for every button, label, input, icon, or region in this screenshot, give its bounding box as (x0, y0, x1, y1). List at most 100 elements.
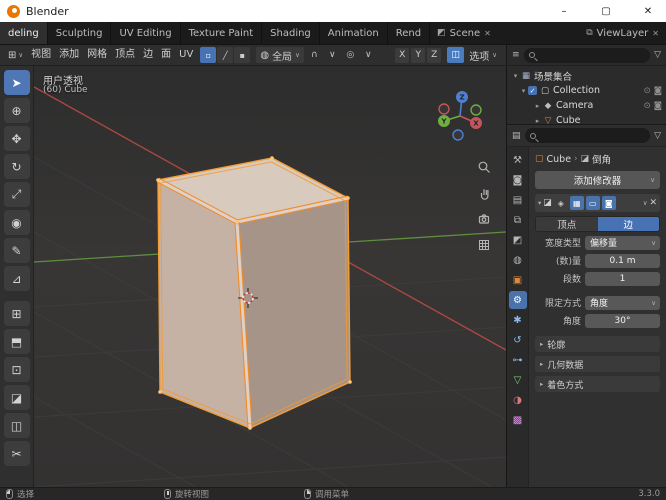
close-button[interactable]: ✕ (630, 0, 666, 22)
modifier-expand-icon[interactable]: ▾ (538, 199, 541, 207)
workspace-tab-sculpting[interactable]: Sculpting (48, 22, 112, 44)
mirror-y-toggle[interactable]: Y (411, 47, 426, 63)
hide-viewport-eye-icon[interactable]: ⊙ (644, 101, 651, 111)
tool-move-button[interactable]: ✥ (3, 126, 30, 151)
outliner-item-label[interactable]: Collection (553, 85, 644, 96)
menu-uv[interactable]: UV (175, 45, 197, 65)
modifier-edit-mode-toggle[interactable]: ▦ (569, 196, 584, 210)
proportional-editing-toggle[interactable]: ◎ (343, 47, 358, 63)
modifier-extras-dropdown[interactable]: ∨ (643, 199, 648, 207)
scene-clear-icon[interactable]: ✕ (484, 29, 491, 38)
outliner-row-camera[interactable]: ▸ ◆ Camera ⊙ ◙ (507, 98, 666, 113)
editor-type-button[interactable]: ⊞ ∨ (4, 47, 27, 63)
add-modifier-button[interactable]: 添加修改器 ∨ (535, 171, 660, 189)
outliner-item-label[interactable]: 场景集合 (534, 69, 662, 83)
breadcrumb-object[interactable]: Cube (547, 154, 572, 165)
tool-add-cube-button[interactable]: ⊞ (3, 301, 30, 326)
modifier-show-viewport-toggle[interactable]: ▭ (585, 196, 600, 210)
options-dropdown[interactable]: 选项 ∨ (464, 48, 502, 63)
snap-magnet-toggle[interactable]: ∩ (307, 47, 322, 63)
properties-tab-object[interactable]: ▣ (509, 271, 527, 289)
breadcrumb-modifier[interactable]: 倒角 (592, 152, 611, 166)
tool-bevel-button[interactable]: ◪ (3, 385, 30, 410)
properties-tab-tool[interactable]: ⚒ (509, 151, 527, 169)
tool-cursor-button[interactable]: ⊕ (3, 98, 30, 123)
properties-tab-physics[interactable]: ↺ (509, 331, 527, 349)
gizmo-minus-x-ball[interactable] (438, 103, 450, 115)
menu-vertex[interactable]: 顶点 (111, 45, 139, 65)
cube-object[interactable] (156, 156, 352, 430)
menu-face[interactable]: 面 (157, 45, 175, 65)
modifier-on-cage-toggle[interactable]: ◈ (554, 196, 568, 210)
edge-select-button[interactable]: ╱ (217, 47, 234, 63)
section-shading[interactable]: ▸ 着色方式 (535, 376, 660, 392)
properties-filter-icon[interactable]: ▽ (654, 131, 661, 141)
properties-tab-world[interactable]: ◍ (509, 251, 527, 269)
properties-tab-modifiers-wrench-icon[interactable]: ⚙ (508, 291, 527, 309)
ortho-toggle-button[interactable] (475, 236, 493, 254)
disable-render-camera-icon[interactable]: ◙ (654, 101, 662, 111)
tool-rotate-button[interactable]: ↻ (3, 154, 30, 179)
section-profile[interactable]: ▸ 轮廓 (535, 336, 660, 352)
bevel-modifier-header[interactable]: ▾ ◪ ◈ ▦ ▭ ◙ ∨ ✕ (535, 194, 660, 212)
menu-view[interactable]: 视图 (27, 45, 55, 65)
amount-number-field[interactable]: 0.1 m (585, 253, 660, 268)
menu-edge[interactable]: 边 (139, 45, 157, 65)
disable-render-camera-icon[interactable]: ◙ (654, 86, 662, 96)
vertex-select-button[interactable]: ▫ (200, 47, 217, 63)
tool-transform-button[interactable]: ◉ (3, 210, 30, 235)
tool-select-box-button[interactable]: ➤ (3, 70, 30, 95)
3d-viewport[interactable]: 用户透视 (60) Cube Z X Y (34, 66, 506, 487)
section-geometry[interactable]: ▸ 几何数据 (535, 356, 660, 372)
xray-toggle-button[interactable]: ◫ (447, 47, 465, 63)
gizmo-minus-z-ball[interactable] (452, 129, 464, 141)
angle-number-field[interactable]: 30° (585, 313, 660, 328)
minimize-button[interactable]: – (546, 0, 582, 22)
menu-mesh[interactable]: 网格 (83, 45, 111, 65)
view-layer-selector[interactable]: ⧉ ViewLayer ✕ (579, 22, 666, 44)
properties-tab-constraints[interactable]: ⊶ (509, 351, 527, 369)
outliner-item-label[interactable]: Cube (556, 115, 662, 124)
pan-button[interactable] (475, 184, 493, 202)
workspace-tab-shading[interactable]: Shading (262, 22, 320, 44)
tool-measure-button[interactable]: ⊿ (3, 266, 30, 291)
workspace-tab-animation[interactable]: Animation (320, 22, 388, 44)
gizmo-minus-y-ball[interactable] (470, 104, 482, 116)
scene-selector[interactable]: ◩ Scene ✕ (430, 22, 498, 44)
tool-extrude-button[interactable]: ⬒ (3, 329, 30, 354)
disclosure-closed-icon[interactable]: ▸ (533, 117, 542, 125)
workspace-tab-modeling[interactable]: deling (0, 22, 48, 44)
segments-number-field[interactable]: 1 (585, 271, 660, 286)
hide-viewport-eye-icon[interactable]: ⊙ (644, 86, 651, 96)
face-select-button[interactable]: ▪ (234, 47, 251, 63)
bevel-vertices-tab[interactable]: 顶点 (536, 217, 598, 231)
zoom-button[interactable] (475, 158, 493, 176)
collection-checkbox[interactable]: ✓ (528, 86, 537, 95)
properties-tab-scene[interactable]: ◩ (509, 231, 527, 249)
outliner-item-label[interactable]: Camera (556, 100, 644, 111)
workspace-tab-rendering[interactable]: Rend (388, 22, 431, 44)
workspace-tab-uv-editing[interactable]: UV Editing (111, 22, 181, 44)
tool-inset-faces-button[interactable]: ⊡ (3, 357, 30, 382)
snap-dropdown[interactable]: ∨ (325, 47, 340, 63)
maximize-button[interactable]: ▢ (588, 0, 624, 22)
properties-tab-particles[interactable]: ✱ (509, 311, 527, 329)
properties-tab-output[interactable]: ▤ (509, 191, 527, 209)
outliner-row-collection[interactable]: ▾ ✓ ▢ Collection ⊙ ◙ (507, 83, 666, 98)
disclosure-open-icon[interactable]: ▾ (511, 72, 520, 80)
modifier-show-render-toggle[interactable]: ◙ (601, 196, 616, 210)
camera-view-button[interactable] (475, 210, 493, 228)
outliner-filter-icon[interactable]: ▽ (654, 50, 661, 60)
width-type-dropdown[interactable]: 偏移量 ∨ (585, 235, 660, 250)
properties-search-input[interactable] (524, 128, 651, 143)
properties-tab-texture[interactable]: ▩ (509, 411, 527, 429)
tool-loop-cut-button[interactable]: ◫ (3, 413, 30, 438)
view-layer-clear-icon[interactable]: ✕ (652, 29, 659, 38)
outliner-editor-icon[interactable]: ≡ (512, 50, 520, 60)
properties-tab-view-layer[interactable]: ⧉ (509, 211, 527, 229)
transform-orientation-dropdown[interactable]: ◍ 全局 ∨ (256, 47, 304, 63)
mirror-z-toggle[interactable]: Z (427, 47, 442, 63)
properties-tab-render[interactable]: ◙ (509, 171, 527, 189)
properties-editor-icon[interactable]: ▤ (512, 131, 521, 141)
outliner-search-input[interactable] (523, 47, 651, 63)
